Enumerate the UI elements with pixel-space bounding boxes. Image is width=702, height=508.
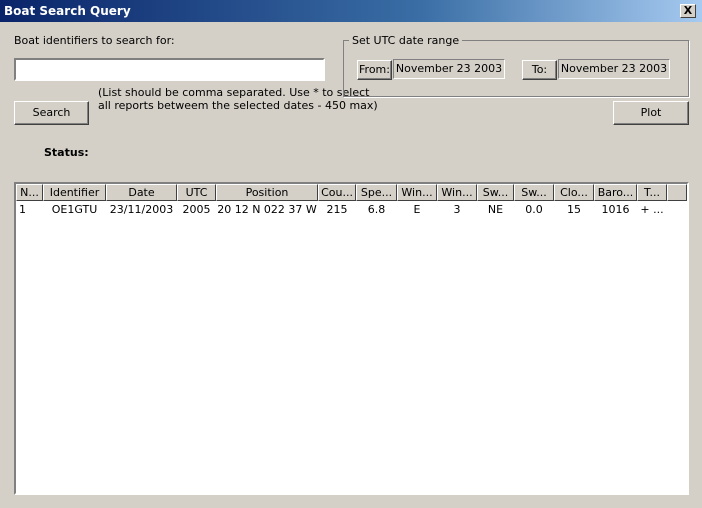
column-header[interactable]: Baro... xyxy=(594,184,637,201)
table-cell: 215 xyxy=(326,203,348,216)
column-header[interactable]: Spe... xyxy=(356,184,397,201)
table-cell: 15 xyxy=(567,203,581,216)
search-input[interactable] xyxy=(14,58,325,81)
column-header[interactable]: Date xyxy=(106,184,177,201)
table-cell: 20 12 N 022 37 W xyxy=(217,203,317,216)
column-header[interactable]: Identifier xyxy=(43,184,106,201)
window-title: Boat Search Query xyxy=(4,4,131,18)
table-cell: NE xyxy=(487,203,504,216)
close-icon: X xyxy=(683,4,693,17)
column-header[interactable]: Sw... xyxy=(514,184,554,201)
table-cell: 23/11/2003 xyxy=(109,203,174,216)
column-header[interactable] xyxy=(667,184,687,201)
column-header[interactable]: Win... xyxy=(397,184,437,201)
table-cell: 6.8 xyxy=(367,203,386,216)
search-button[interactable]: Search xyxy=(14,101,89,125)
table-cell: E xyxy=(413,203,421,216)
from-button[interactable]: From: xyxy=(357,60,392,80)
search-hint-line2: all reports betweem the selected dates -… xyxy=(98,99,378,112)
column-header[interactable]: Clo... xyxy=(554,184,594,201)
close-button[interactable]: X xyxy=(680,4,696,18)
table-cell: 3 xyxy=(453,203,461,216)
column-header[interactable]: T... xyxy=(637,184,667,201)
table-cell: 0.0 xyxy=(525,203,543,216)
table-header: N... Identifier Date UTC Position Cou... Spe..… xyxy=(16,184,687,201)
column-header[interactable]: Win... xyxy=(437,184,477,201)
column-header[interactable]: N... xyxy=(16,184,43,201)
to-button[interactable]: To: xyxy=(522,60,557,80)
table-cell: 2005 xyxy=(182,203,211,216)
column-header[interactable]: Position xyxy=(216,184,318,201)
status-label: Status: xyxy=(44,146,89,159)
table-cell: OE1GTU xyxy=(51,203,98,216)
table-cell: 1016 xyxy=(601,203,630,216)
table-cell: + ... xyxy=(640,203,664,216)
title-bar: Boat Search Query X xyxy=(0,0,702,22)
from-date-field[interactable]: November 23 2003 xyxy=(393,59,505,79)
column-header[interactable]: Cou... xyxy=(318,184,356,201)
table-cell: 1 xyxy=(19,203,26,216)
results-table[interactable]: N... Identifier Date UTC Position Cou... Spe..… xyxy=(14,182,689,495)
plot-button[interactable]: Plot xyxy=(613,101,689,125)
search-label: Boat identifiers to search for: xyxy=(14,34,175,47)
to-date-field[interactable]: November 23 2003 xyxy=(558,59,670,79)
column-header[interactable]: Sw... xyxy=(477,184,514,201)
column-header[interactable]: UTC xyxy=(177,184,216,201)
table-row[interactable]: 1 OE1GTU 23/11/2003 2005 20 12 N 022 37 W 215… xyxy=(16,202,667,217)
search-hint-line1: (List should be comma separated. Use * t… xyxy=(98,86,370,99)
date-range-label: Set UTC date range xyxy=(349,34,463,47)
